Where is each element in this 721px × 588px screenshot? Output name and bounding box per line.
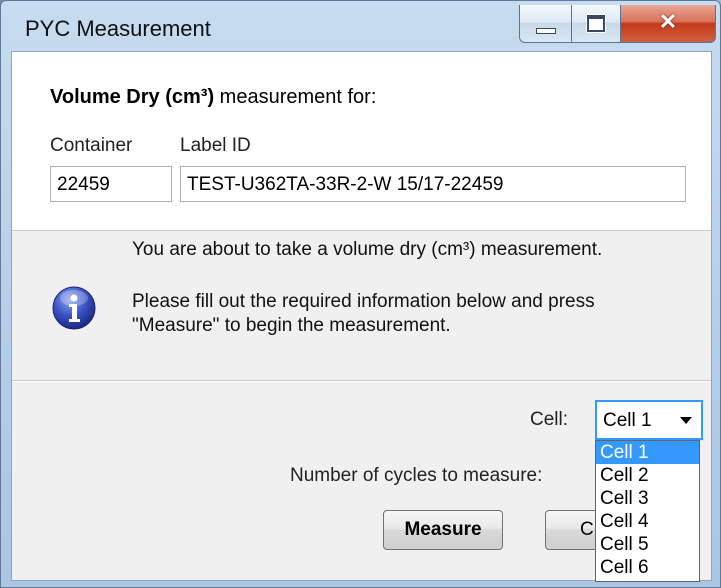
measure-button[interactable]: Measure [383, 510, 503, 550]
cell-label: Cell: [530, 409, 569, 430]
cell-option[interactable]: Cell 1 [596, 441, 699, 464]
dialog-window: PYC Measurement ✕ Volume Dry (cm³) measu… [0, 0, 721, 588]
measurement-heading: Volume Dry (cm³) measurement for: [50, 86, 376, 109]
label-id-label: Label ID [180, 135, 251, 156]
header-panel: Volume Dry (cm³) measurement for: Contai… [12, 52, 711, 230]
window-title: PYC Measurement [25, 16, 211, 41]
info-icon [52, 286, 96, 330]
container-field[interactable]: 22459 [50, 166, 172, 202]
maximize-button[interactable] [571, 5, 621, 43]
title-bar[interactable]: PYC Measurement ✕ [1, 1, 720, 51]
label-id-field[interactable]: TEST-U362TA-33R-2-W 15/17-22459 [180, 166, 686, 202]
cell-option[interactable]: Cell 6 [596, 556, 699, 579]
measurement-heading-suffix: measurement for: [214, 86, 377, 108]
cell-dropdown-list: Cell 1 Cell 2 Cell 3 Cell 4 Cell 5 Cell … [595, 440, 700, 582]
cell-option[interactable]: Cell 3 [596, 487, 699, 510]
close-icon: ✕ [658, 9, 678, 34]
cell-selected-value: Cell 1 [603, 410, 652, 431]
maximize-icon [587, 15, 605, 32]
cell-option[interactable]: Cell 4 [596, 510, 699, 533]
minimize-icon [535, 27, 556, 34]
section-divider-highlight [12, 381, 711, 382]
measurement-type: Volume Dry (cm³) [50, 86, 215, 108]
header-separator [12, 230, 711, 231]
info-line-1: You are about to take a volume dry (cm³)… [132, 239, 603, 260]
container-label: Container [50, 135, 133, 156]
info-line-2: Please fill out the required information… [132, 291, 595, 312]
cell-select[interactable]: Cell 1 [595, 400, 703, 440]
chevron-down-icon [680, 417, 692, 424]
minimize-button[interactable] [519, 5, 572, 43]
cell-option[interactable]: Cell 5 [596, 533, 699, 556]
cell-option[interactable]: Cell 2 [596, 464, 699, 487]
cycles-label: Number of cycles to measure: [290, 465, 543, 486]
dialog-content: Volume Dry (cm³) measurement for: Contai… [11, 51, 712, 582]
close-button[interactable]: ✕ [620, 5, 716, 43]
info-line-3: "Measure" to begin the measurement. [132, 315, 451, 336]
